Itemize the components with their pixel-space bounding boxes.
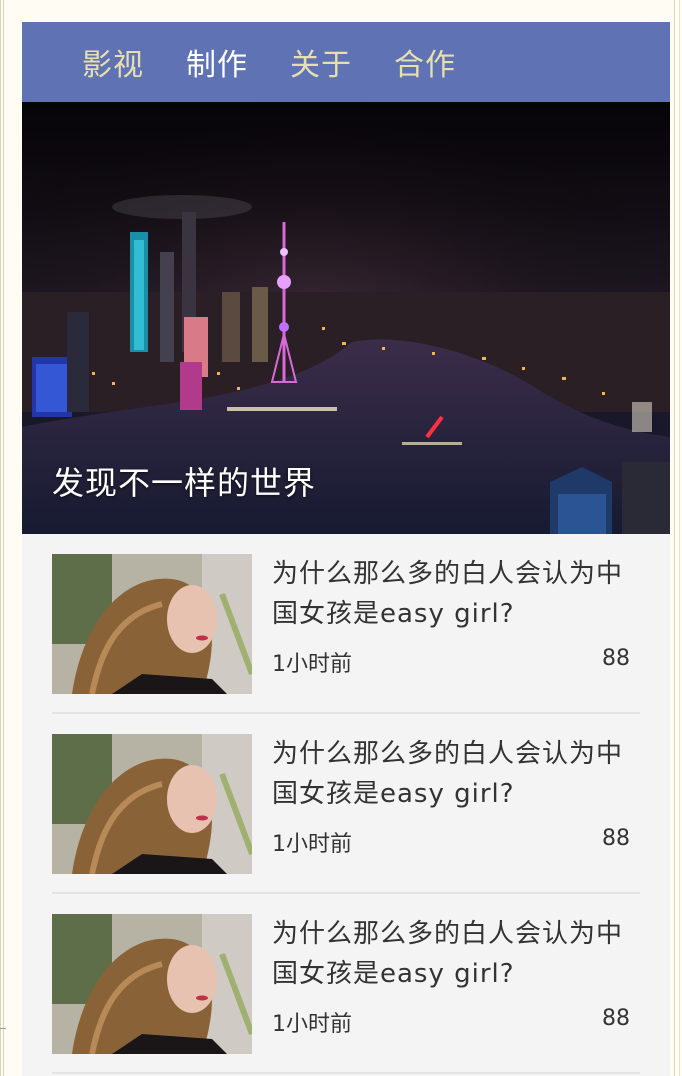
article-thumbnail	[52, 914, 252, 1054]
hero-banner[interactable]: 发现不一样的世界	[22, 102, 670, 534]
nav-item-production[interactable]: 制作	[186, 40, 248, 84]
list-item[interactable]: 为什么那么多的白人会认为中国女孩是easy girl? 1小时前 88	[52, 534, 640, 714]
nav-item-about[interactable]: 关于	[290, 40, 352, 84]
nav-item-cooperation[interactable]: 合作	[394, 40, 456, 84]
frame-border-left	[0, 0, 4, 1076]
article-title[interactable]: 为什么那么多的白人会认为中国女孩是easy girl?	[272, 734, 640, 814]
article-title[interactable]: 为什么那么多的白人会认为中国女孩是easy girl?	[272, 554, 640, 634]
article-count: 88	[602, 826, 630, 851]
article-list: 为什么那么多的白人会认为中国女孩是easy girl? 1小时前 88 为什么那…	[22, 534, 670, 1074]
article-thumbnail	[52, 734, 252, 874]
article-count: 88	[602, 646, 630, 671]
article-time: 1小时前	[272, 652, 352, 677]
app-container: 影视 制作 关于 合作 发现不一样的世界 为什么那么多的白人会认为中国女孩是ea…	[22, 22, 670, 1076]
article-thumbnail	[52, 554, 252, 694]
frame-tick	[0, 1028, 6, 1029]
hero-caption: 发现不一样的世界	[52, 464, 317, 502]
article-time: 1小时前	[272, 1012, 352, 1037]
list-item[interactable]: 为什么那么多的白人会认为中国女孩是easy girl? 1小时前 88	[52, 894, 640, 1074]
article-count: 88	[602, 1006, 630, 1031]
article-title[interactable]: 为什么那么多的白人会认为中国女孩是easy girl?	[272, 914, 640, 994]
top-navbar: 影视 制作 关于 合作	[22, 22, 670, 102]
list-item[interactable]: 为什么那么多的白人会认为中国女孩是easy girl? 1小时前 88	[52, 714, 640, 894]
article-time: 1小时前	[272, 832, 352, 857]
nav-item-movies[interactable]: 影视	[82, 40, 144, 84]
frame-border-right	[674, 0, 680, 1076]
